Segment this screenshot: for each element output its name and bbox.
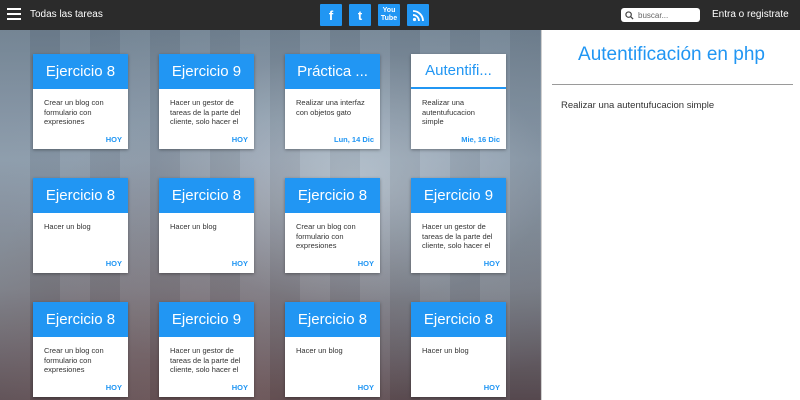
task-card-date: HOY (483, 383, 500, 392)
task-card-title: Ejercicio 8 (411, 302, 506, 337)
task-card-title: Ejercicio 9 (159, 302, 254, 337)
task-card-description: Hacer un blog (296, 346, 343, 355)
task-card-description: Hacer un gestor de tareas de la parte de… (422, 222, 493, 250)
rss-icon[interactable] (407, 4, 429, 26)
task-card-date: Mie, 16 Dic (461, 135, 500, 144)
search-box[interactable] (621, 8, 700, 22)
task-card-description: Hacer un blog (422, 346, 469, 355)
task-detail-panel: Autentificación en php Realizar una aute… (541, 30, 800, 400)
page-title: Todas las tareas (30, 9, 103, 20)
task-card-date: HOY (105, 383, 122, 392)
detail-description: Realizar una autentufucacion simple (561, 100, 715, 111)
task-card-date: HOY (357, 383, 374, 392)
search-icon (625, 10, 634, 20)
task-card[interactable]: Ejercicio 9 Hacer un gestor de tareas de… (411, 178, 506, 273)
task-card-date: HOY (105, 259, 122, 268)
task-card[interactable]: Ejercicio 8 Crear un blog con formulario… (33, 302, 128, 397)
youtube-icon[interactable]: You Tube (378, 4, 400, 26)
task-card[interactable]: Ejercicio 8 Hacer un blog HOY (33, 178, 128, 273)
task-card-title: Ejercicio 8 (285, 302, 380, 337)
top-bar: Todas las tareas f t You Tube Entra o re… (0, 0, 800, 30)
task-card-description: Crear un blog con formulario con expresi… (44, 98, 104, 126)
task-card-date: HOY (105, 135, 122, 144)
task-card-title: Ejercicio 9 (411, 178, 506, 213)
task-card[interactable]: Ejercicio 8 Hacer un blog HOY (285, 302, 380, 397)
task-card-title: Ejercicio 9 (159, 54, 254, 89)
task-card-date: HOY (231, 135, 248, 144)
social-links: f t You Tube (320, 4, 429, 26)
task-card[interactable]: Ejercicio 8 Crear un blog con formulario… (33, 54, 128, 149)
detail-title: Autentificación en php (578, 44, 765, 65)
login-link[interactable]: Entra o registrate (712, 9, 789, 20)
task-card-description: Hacer un gestor de tareas de la parte de… (170, 346, 241, 374)
task-card[interactable]: Ejercicio 8 Crear un blog con formulario… (285, 178, 380, 273)
facebook-icon[interactable]: f (320, 4, 342, 26)
task-card-title: Autentifi... (411, 54, 506, 89)
task-card-description: Realizar una interfaz con objetos gato (296, 98, 365, 117)
search-input[interactable] (638, 10, 698, 20)
task-grid: Ejercicio 8 Crear un blog con formulario… (0, 30, 541, 400)
task-card-description: Realizar una autentufucacion simple (422, 98, 475, 126)
task-card-title: Ejercicio 8 (285, 178, 380, 213)
menu-icon[interactable] (7, 8, 21, 22)
task-card[interactable]: Ejercicio 8 Hacer un blog HOY (159, 178, 254, 273)
task-card-date: HOY (231, 259, 248, 268)
twitter-icon[interactable]: t (349, 4, 371, 26)
rss-glyph (412, 9, 424, 21)
task-card-title: Ejercicio 8 (33, 302, 128, 337)
task-card-description: Crear un blog con formulario con expresi… (44, 346, 104, 374)
task-card[interactable]: Práctica ... Realizar una interfaz con o… (285, 54, 380, 149)
task-card-date: HOY (231, 383, 248, 392)
task-card-description: Hacer un blog (170, 222, 217, 231)
task-card[interactable]: Ejercicio 9 Hacer un gestor de tareas de… (159, 302, 254, 397)
task-card-title: Práctica ... (285, 54, 380, 89)
task-card-description: Hacer un blog (44, 222, 91, 231)
task-card[interactable]: Ejercicio 9 Hacer un gestor de tareas de… (159, 54, 254, 149)
task-card-selected[interactable]: Autentifi... Realizar una autentufucacio… (411, 54, 506, 149)
task-card-title: Ejercicio 8 (33, 54, 128, 89)
task-card[interactable]: Ejercicio 8 Hacer un blog HOY (411, 302, 506, 397)
task-card-description: Crear un blog con formulario con expresi… (296, 222, 356, 250)
task-card-description: Hacer un gestor de tareas de la parte de… (170, 98, 241, 126)
task-card-title: Ejercicio 8 (33, 178, 128, 213)
task-card-date: HOY (483, 259, 500, 268)
task-card-title: Ejercicio 8 (159, 178, 254, 213)
task-card-date: HOY (357, 259, 374, 268)
detail-divider (552, 84, 793, 85)
task-card-date: Lun, 14 Dic (333, 135, 374, 144)
